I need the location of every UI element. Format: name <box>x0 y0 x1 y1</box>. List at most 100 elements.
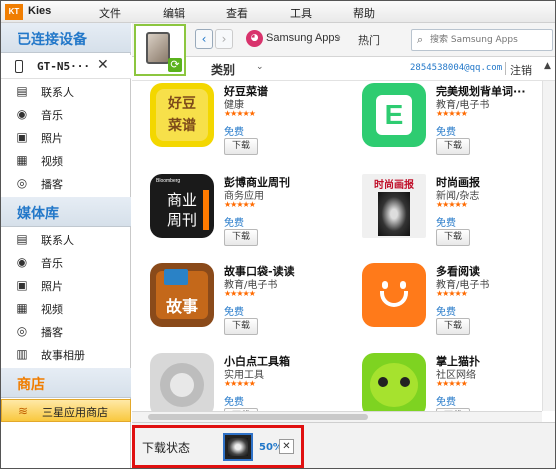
app-card[interactable]: E 完美规划背单词··· 教育/电子书 ★★★★★ 免费 下载 <box>344 81 542 161</box>
rating-stars: ★★★★★ <box>436 109 468 118</box>
menu-file[interactable]: 文件 <box>99 5 121 21</box>
sidebar-item-library-videos[interactable]: ▦ 视频 <box>1 297 131 320</box>
kies-window: KT Kies 文件 编辑 查看 工具 帮助 已连接设备 GT-N5··· ✕ … <box>0 0 556 469</box>
device-thumbnail[interactable]: ⟳ <box>134 24 186 76</box>
samsung-apps-icon: ◕ <box>246 30 263 47</box>
app-card[interactable]: 小白点工具箱 实用工具 ★★★★★ 免费 下载 <box>132 351 342 411</box>
sidebar-item-samsung-apps[interactable]: ≋ 三星应用商店 <box>1 399 131 422</box>
download-button[interactable]: 下载 <box>436 138 470 155</box>
breadcrumb-current: 热门 <box>358 34 380 47</box>
horizontal-scrollbar[interactable] <box>132 411 542 422</box>
menu-view[interactable]: 查看 <box>226 5 248 21</box>
disconnect-close-icon[interactable]: ✕ <box>97 57 109 73</box>
app-icon[interactable] <box>362 263 426 327</box>
search-input[interactable] <box>430 33 550 47</box>
sidebar-item-label: 联系人 <box>41 234 74 247</box>
app-card[interactable]: 好豆 菜谱 好豆菜谱 健康 ★★★★★ 免费 下载 <box>132 81 342 161</box>
video-icon: ▦ <box>16 153 28 167</box>
forward-button[interactable]: › <box>215 29 233 49</box>
app-grid: 好豆 菜谱 好豆菜谱 健康 ★★★★★ 免费 下载 E 完美规划背单词··· 教育… <box>132 81 542 411</box>
app-icon[interactable]: 好豆 菜谱 <box>150 83 214 147</box>
video-icon: ▦ <box>16 301 28 315</box>
app-card[interactable]: 多看阅读 教育/电子书 ★★★★★ 免费 下载 <box>344 261 542 341</box>
scroll-up-arrow-icon[interactable]: ▲ <box>541 61 554 75</box>
sidebar-item-library-story-album[interactable]: ▥ 故事相册 <box>1 343 131 366</box>
app-price: 免费 <box>436 307 456 318</box>
app-card[interactable]: 故事 故事口袋-读读 教育/电子书 ★★★★★ 免费 下载 <box>132 261 342 341</box>
sidebar-item-label: 照片 <box>41 132 63 145</box>
rating-stars: ★★★★★ <box>224 109 256 118</box>
app-price: 免费 <box>224 127 244 138</box>
contacts-icon: ▤ <box>16 84 28 98</box>
back-button[interactable]: ‹ <box>195 29 213 49</box>
samsung-apps-link[interactable]: Samsung Apps <box>266 32 340 44</box>
sidebar-item-library-contacts[interactable]: ▤ 联系人 <box>1 228 131 251</box>
rating-stars: ★★★★★ <box>436 379 468 388</box>
sidebar-item-label: 照片 <box>41 280 63 293</box>
download-button[interactable]: 下载 <box>436 318 470 335</box>
download-button[interactable]: 下载 <box>224 318 258 335</box>
kies-logo: KT <box>5 4 23 20</box>
contacts-icon: ▤ <box>16 232 28 246</box>
app-icon[interactable] <box>362 353 426 411</box>
download-button[interactable]: 下载 <box>224 138 258 155</box>
sidebar-item-label: 故事相册 <box>41 349 85 362</box>
sidebar-item-device-music[interactable]: ◉ 音乐 <box>1 103 131 126</box>
app-price: 免费 <box>224 397 244 408</box>
device-image <box>146 32 170 64</box>
category-dropdown[interactable]: 类别 <box>211 61 235 78</box>
sidebar-item-label: 音乐 <box>41 257 63 270</box>
sidebar-item-device-contacts[interactable]: ▤ 联系人 <box>1 80 131 103</box>
highlight-box <box>132 425 304 468</box>
podcast-icon: ◎ <box>16 324 28 338</box>
app-icon[interactable] <box>150 353 214 411</box>
title-bar: KT Kies 文件 编辑 查看 工具 帮助 <box>1 1 555 23</box>
app-card[interactable]: Bloomberg 商业 周刊 彭博商业周刊 商务应用 ★★★★★ 免费 下载 <box>132 172 342 252</box>
sidebar-item-library-music[interactable]: ◉ 音乐 <box>1 251 131 274</box>
sidebar-item-device-podcasts[interactable]: ◎ 播客 <box>1 172 131 195</box>
sidebar-item-label: 音乐 <box>41 109 63 122</box>
app-price: 免费 <box>224 307 244 318</box>
app-card[interactable]: 掌上猫扑 社区网络 ★★★★★ 免费 下载 <box>344 351 542 411</box>
app-icon[interactable]: Bloomberg 商业 周刊 <box>150 174 214 238</box>
app-icon[interactable]: 故事 <box>150 263 214 327</box>
app-price: 免费 <box>224 218 244 229</box>
sidebar-item-label: 播客 <box>41 178 63 191</box>
divider <box>505 62 506 75</box>
menu-tools[interactable]: 工具 <box>290 5 312 21</box>
phone-icon <box>15 60 23 73</box>
download-button[interactable]: 下载 <box>224 229 258 246</box>
app-icon[interactable]: 时尚画报 <box>362 174 426 238</box>
logout-link[interactable]: 注销 <box>510 62 532 78</box>
library-header: 媒体库 <box>1 197 131 227</box>
sidebar-item-device-videos[interactable]: ▦ 视频 <box>1 149 131 172</box>
app-price: 免费 <box>436 397 456 408</box>
search-icon[interactable]: ⌕ <box>417 33 423 47</box>
app-icon[interactable]: E <box>362 83 426 147</box>
device-row[interactable]: GT-N5··· ✕ <box>1 55 131 79</box>
sidebar-item-library-photos[interactable]: ▣ 照片 <box>1 274 131 297</box>
rating-stars: ★★★★★ <box>224 289 256 298</box>
photo-icon: ▣ <box>16 130 28 144</box>
sidebar-item-label: 联系人 <box>41 86 74 99</box>
sidebar-item-device-photos[interactable]: ▣ 照片 <box>1 126 131 149</box>
menu-help[interactable]: 帮助 <box>353 5 375 21</box>
menu-edit[interactable]: 编辑 <box>163 5 185 21</box>
search-box[interactable]: ⌕ <box>411 29 553 51</box>
scrollbar-thumb[interactable] <box>148 414 368 420</box>
store-header: 商店 <box>1 368 131 398</box>
sidebar-item-label: 视频 <box>41 303 63 316</box>
connected-devices-header: 已连接设备 <box>1 23 131 53</box>
story-album-icon: ▥ <box>16 347 28 361</box>
rating-stars: ★★★★★ <box>224 200 256 209</box>
vertical-scrollbar[interactable] <box>542 81 555 411</box>
sidebar-item-library-podcasts[interactable]: ◎ 播客 <box>1 320 131 343</box>
download-button[interactable]: 下载 <box>436 229 470 246</box>
sidebar: 已连接设备 GT-N5··· ✕ ▤ 联系人 ◉ 音乐 ▣ 照片 ▦ 视频 ◎ 播客 媒体… <box>1 23 131 468</box>
sidebar-item-label: 三星应用商店 <box>42 406 108 419</box>
app-card[interactable]: 时尚画报 时尚画报 新闻/杂志 ★★★★★ 免费 下载 <box>344 172 542 252</box>
sync-icon[interactable]: ⟳ <box>168 58 182 72</box>
chevron-down-icon[interactable]: ⌄ <box>256 62 264 72</box>
breadcrumb-separator: › <box>336 30 342 45</box>
app-name: Kies <box>28 5 52 17</box>
